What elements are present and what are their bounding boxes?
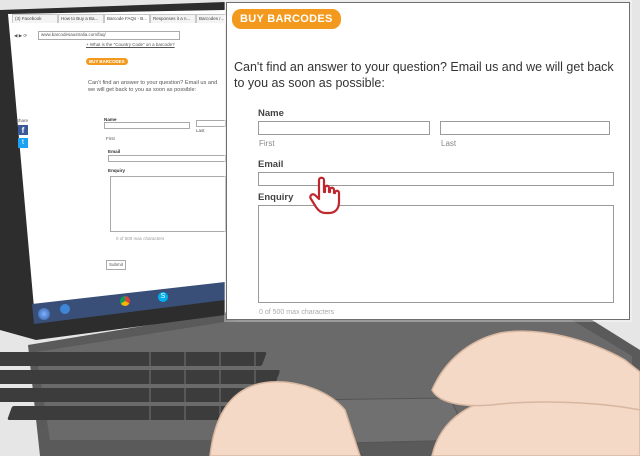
nav-back-forward[interactable]: ◀ ▶ ⟳ — [14, 33, 27, 39]
mini-buy-barcodes-button[interactable]: BUY BARCODES — [86, 58, 128, 65]
address-bar[interactable]: www.barcodesaustralia.com/faq/ — [38, 31, 180, 40]
name-label: Name — [258, 108, 284, 119]
mini-last-label: Last — [196, 128, 205, 133]
enquiry-textarea[interactable] — [258, 205, 614, 303]
mini-first-label: First — [106, 136, 115, 141]
question-text: Can't find an answer to your question? E… — [234, 60, 614, 90]
mini-question: Can't find an answer to your question? E… — [88, 80, 218, 93]
email-label: Email — [258, 159, 284, 170]
first-label: First — [259, 139, 275, 148]
last-label: Last — [441, 139, 457, 148]
char-counter: 0 of 500 max characters — [259, 309, 335, 316]
hand-pointer-icon — [309, 176, 341, 215]
tab-barcode-faqs[interactable]: Barcode FAQs - B... — [104, 14, 150, 23]
tab-barcodes[interactable]: Barcodes r... — [196, 14, 230, 23]
submit-label: Submit — [109, 262, 124, 267]
mini-last-name-input[interactable] — [196, 120, 226, 127]
zoomed-form-panel: BUY BARCODES Can't find an answer to you… — [226, 2, 630, 320]
buy-barcodes-button[interactable]: BUY BARCODES — [232, 9, 341, 29]
tab-responses[interactable]: Responses it a n... — [150, 14, 196, 23]
last-name-input[interactable] — [440, 121, 610, 135]
mini-enquiry-textarea[interactable] — [110, 176, 226, 232]
twitter-icon[interactable]: t — [18, 138, 28, 148]
mini-first-name-input[interactable] — [104, 122, 190, 129]
skype-icon[interactable]: S — [158, 292, 168, 302]
chrome-icon[interactable] — [120, 296, 130, 306]
mini-email-label: Email — [108, 149, 121, 154]
submit-button[interactable]: Submit — [106, 260, 126, 270]
url-text: www.barcodesaustralia.com/faq/ — [41, 32, 106, 37]
mini-char-counter: 0 of 500 max characters — [116, 236, 165, 241]
mini-email-input[interactable] — [108, 155, 226, 162]
enquiry-label: Enquiry — [258, 192, 294, 203]
tab-how-to-buy[interactable]: How to Buy a Ba... — [58, 14, 104, 23]
mini-enquiry-label: Enquiry — [108, 168, 126, 173]
faq-link[interactable]: + What is the "Country Code" on a barcod… — [86, 42, 175, 47]
windows-start-icon[interactable] — [38, 308, 50, 320]
share-label: Share — [16, 118, 29, 123]
first-name-input[interactable] — [258, 121, 430, 135]
ie-icon[interactable] — [60, 304, 70, 314]
tab-facebook[interactable]: (3) Facebook — [12, 14, 58, 23]
facebook-icon[interactable]: f — [18, 125, 28, 135]
